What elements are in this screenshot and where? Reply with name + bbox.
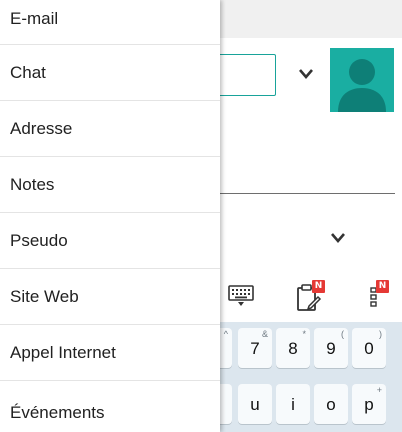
- person-silhouette-icon: [338, 59, 386, 112]
- notification-badge: N: [376, 280, 389, 293]
- keyboard-toolbar: N N: [220, 272, 402, 322]
- key-hint: ): [379, 329, 382, 339]
- key-label: u: [250, 395, 260, 414]
- menu-item-label: Pseudo: [10, 230, 68, 250]
- menu-item-notes[interactable]: Notes: [0, 157, 220, 213]
- menu-item-address[interactable]: Adresse: [0, 101, 220, 157]
- key-0[interactable]: 0 ): [352, 328, 386, 368]
- menu-item-label: Chat: [10, 62, 46, 82]
- key-i[interactable]: i: [276, 384, 310, 424]
- menu-item-label: Site Web: [10, 286, 79, 306]
- menu-item-internet-call[interactable]: Appel Internet: [0, 325, 220, 381]
- key-u[interactable]: u: [238, 384, 272, 424]
- field-type-menu: E-mail Chat Adresse Notes Pseudo Site We…: [0, 0, 220, 432]
- key-hint: (: [341, 329, 344, 339]
- key-label: 0: [364, 339, 374, 358]
- menu-item-label: Appel Internet: [10, 342, 116, 362]
- key-7[interactable]: 7 &: [238, 328, 272, 368]
- menu-item-events[interactable]: Événements: [0, 381, 220, 432]
- key-label: p: [364, 395, 374, 414]
- chevron-down-icon[interactable]: [330, 232, 346, 244]
- key-label: 9: [326, 339, 336, 358]
- chevron-down-icon[interactable]: [298, 68, 314, 80]
- key-p[interactable]: p +: [352, 384, 386, 424]
- key-o[interactable]: o: [314, 384, 348, 424]
- key-label: i: [291, 395, 295, 414]
- menu-item-website[interactable]: Site Web: [0, 269, 220, 325]
- clipboard-icon[interactable]: N: [296, 280, 325, 316]
- menu-item-email[interactable]: E-mail: [0, 0, 220, 45]
- soft-keyboard: N N 6 ^ 7 & 8 * 9 (: [198, 272, 402, 432]
- key-label: o: [326, 395, 336, 414]
- key-hint: &: [261, 329, 268, 339]
- key-hint: +: [376, 385, 382, 395]
- menu-item-label: Notes: [10, 174, 55, 194]
- field-underline: [210, 193, 395, 194]
- key-hint: *: [302, 329, 306, 339]
- key-hint: ^: [223, 329, 228, 339]
- menu-item-nickname[interactable]: Pseudo: [0, 213, 220, 269]
- key-label: 7: [250, 339, 260, 358]
- notification-badge: N: [312, 280, 325, 293]
- contact-photo-avatar[interactable]: [330, 48, 394, 112]
- menu-item-chat[interactable]: Chat: [0, 45, 220, 101]
- menu-item-label: Événements: [10, 403, 105, 422]
- menu-item-label: E-mail: [10, 8, 59, 28]
- keyboard-icon[interactable]: [228, 285, 254, 311]
- key-9[interactable]: 9 (: [314, 328, 348, 368]
- key-label: 8: [288, 339, 298, 358]
- key-8[interactable]: 8 *: [276, 328, 310, 368]
- menu-item-label: Adresse: [10, 118, 73, 138]
- more-icon[interactable]: N: [370, 280, 389, 312]
